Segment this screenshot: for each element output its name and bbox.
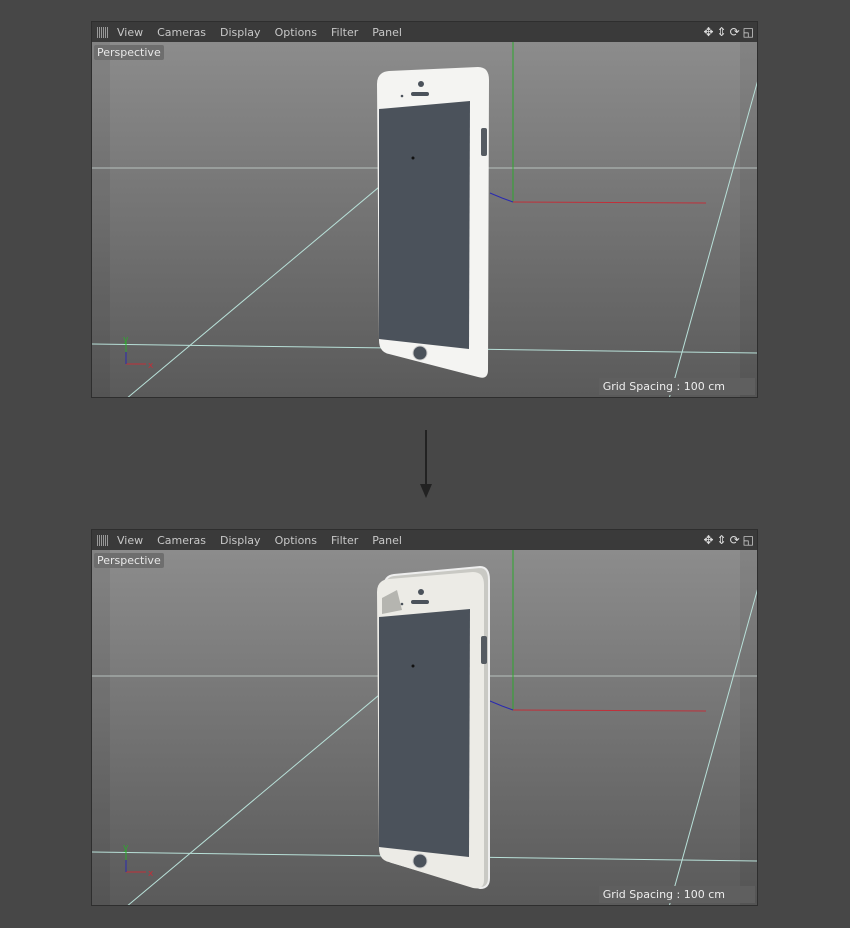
phone-screen	[379, 609, 470, 857]
camera-label[interactable]: Perspective	[94, 45, 164, 60]
axis-label-y: y	[123, 843, 129, 853]
grid-spacing-label: Grid Spacing : 100 cm	[598, 886, 755, 903]
axis-label-x: x	[148, 361, 154, 371]
axis-z	[489, 700, 514, 711]
move-icon[interactable]: ✥	[703, 25, 713, 39]
menu-panel[interactable]: Panel	[372, 26, 402, 39]
home-button	[412, 345, 428, 361]
3d-scene[interactable]: x y Perspective Grid Spacing : 100 cm	[92, 42, 757, 397]
arrow-down-icon	[420, 430, 432, 498]
grip-icon[interactable]	[97, 534, 109, 546]
safe-frame-right	[740, 42, 757, 397]
rotate-icon[interactable]: ⟳	[730, 25, 740, 39]
grid-spacing-label: Grid Spacing : 100 cm	[598, 378, 755, 395]
camera-label[interactable]: Perspective	[94, 553, 164, 568]
move-icon[interactable]: ✥	[703, 533, 713, 547]
earpiece	[411, 92, 429, 96]
phone-screen	[379, 101, 470, 349]
menu-options[interactable]: Options	[275, 534, 317, 547]
axis-label-y: y	[123, 335, 129, 345]
menu-filter[interactable]: Filter	[331, 26, 358, 39]
phone-model[interactable]	[377, 67, 489, 378]
home-button	[412, 853, 428, 869]
menu-filter[interactable]: Filter	[331, 534, 358, 547]
maximize-icon[interactable]: ◱	[743, 25, 754, 39]
menu-cameras[interactable]: Cameras	[157, 26, 206, 39]
3d-scene[interactable]: x y Perspective Grid Spacing : 100 cm	[92, 550, 757, 905]
axis-x	[512, 709, 707, 712]
menu-view[interactable]: View	[117, 534, 143, 547]
side-button	[481, 636, 487, 664]
menu-display[interactable]: Display	[220, 26, 261, 39]
viewport-after[interactable]: View Cameras Display Options Filter Pane…	[91, 529, 758, 906]
phone-model[interactable]	[377, 565, 490, 890]
axis-gizmo-icon	[125, 342, 146, 365]
pivot-point	[411, 156, 415, 160]
axis-label-x: x	[148, 869, 154, 879]
menu-view[interactable]: View	[117, 26, 143, 39]
axis-x	[512, 201, 707, 204]
grip-icon[interactable]	[97, 26, 109, 38]
zoom-icon[interactable]: ⇕	[717, 533, 727, 547]
axis-z	[489, 192, 514, 203]
earpiece	[411, 600, 429, 604]
viewport-menubar: View Cameras Display Options Filter Pane…	[92, 22, 757, 43]
viewport-before[interactable]: View Cameras Display Options Filter Pane…	[91, 21, 758, 398]
front-camera	[418, 81, 424, 87]
menu-panel[interactable]: Panel	[372, 534, 402, 547]
guide-line-left	[127, 684, 392, 905]
side-button	[481, 128, 487, 156]
viewport-menubar: View Cameras Display Options Filter Pane…	[92, 530, 757, 551]
maximize-icon[interactable]: ◱	[743, 533, 754, 547]
pivot-point	[411, 664, 415, 668]
sensor	[400, 94, 404, 98]
front-camera	[418, 589, 424, 595]
sensor	[400, 602, 404, 606]
menu-cameras[interactable]: Cameras	[157, 534, 206, 547]
axis-gizmo-icon	[125, 850, 146, 873]
zoom-icon[interactable]: ⇕	[717, 25, 727, 39]
menu-display[interactable]: Display	[220, 534, 261, 547]
guide-line-left	[127, 176, 392, 397]
safe-frame-right	[740, 550, 757, 905]
rotate-icon[interactable]: ⟳	[730, 533, 740, 547]
menu-options[interactable]: Options	[275, 26, 317, 39]
